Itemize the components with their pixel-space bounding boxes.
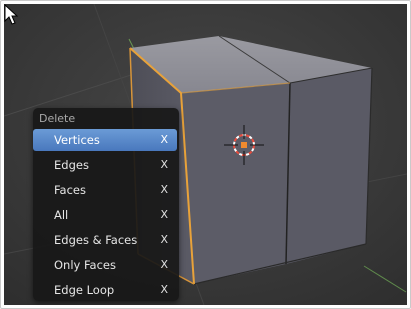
- menu-item-label: All: [54, 208, 69, 222]
- menu-item-shortcut: X: [160, 208, 168, 221]
- cube-front-face-left: [181, 83, 290, 284]
- menu-item-label: Edges & Faces: [54, 233, 138, 247]
- menu-item-faces[interactable]: Faces X: [33, 179, 177, 201]
- menu-item-shortcut: X: [160, 283, 168, 296]
- menu-item-vertices[interactable]: Vertices X: [33, 129, 177, 151]
- screenshot: Delete Vertices X Edges X Faces X All X …: [0, 0, 411, 309]
- menu-item-shortcut: X: [160, 233, 168, 246]
- menu-item-only-faces[interactable]: Only Faces X: [33, 254, 177, 276]
- menu-item-shortcut: X: [160, 258, 168, 271]
- menu-item-label: Vertices: [54, 133, 100, 147]
- menu-item-label: Edges: [54, 158, 89, 172]
- menu-item-edge-loop[interactable]: Edge Loop X: [33, 279, 177, 301]
- mouse-pointer-icon: [4, 4, 19, 25]
- menu-title: Delete: [39, 112, 76, 125]
- menu-item-label: Edge Loop: [54, 283, 115, 297]
- menu-item-label: Faces: [54, 183, 86, 197]
- menu-item-shortcut: X: [160, 183, 168, 196]
- menu-item-shortcut: X: [160, 158, 168, 171]
- menu-item-all[interactable]: All X: [33, 204, 177, 226]
- delete-menu: Delete Vertices X Edges X Faces X All X …: [33, 108, 179, 301]
- menu-item-shortcut: X: [160, 133, 168, 146]
- menu-item-label: Only Faces: [54, 258, 116, 272]
- 3d-viewport[interactable]: Delete Vertices X Edges X Faces X All X …: [4, 4, 407, 305]
- menu-item-edges-and-faces[interactable]: Edges & Faces X: [33, 229, 177, 251]
- cube-front-face-right: [286, 68, 372, 264]
- menu-item-edges[interactable]: Edges X: [33, 154, 177, 176]
